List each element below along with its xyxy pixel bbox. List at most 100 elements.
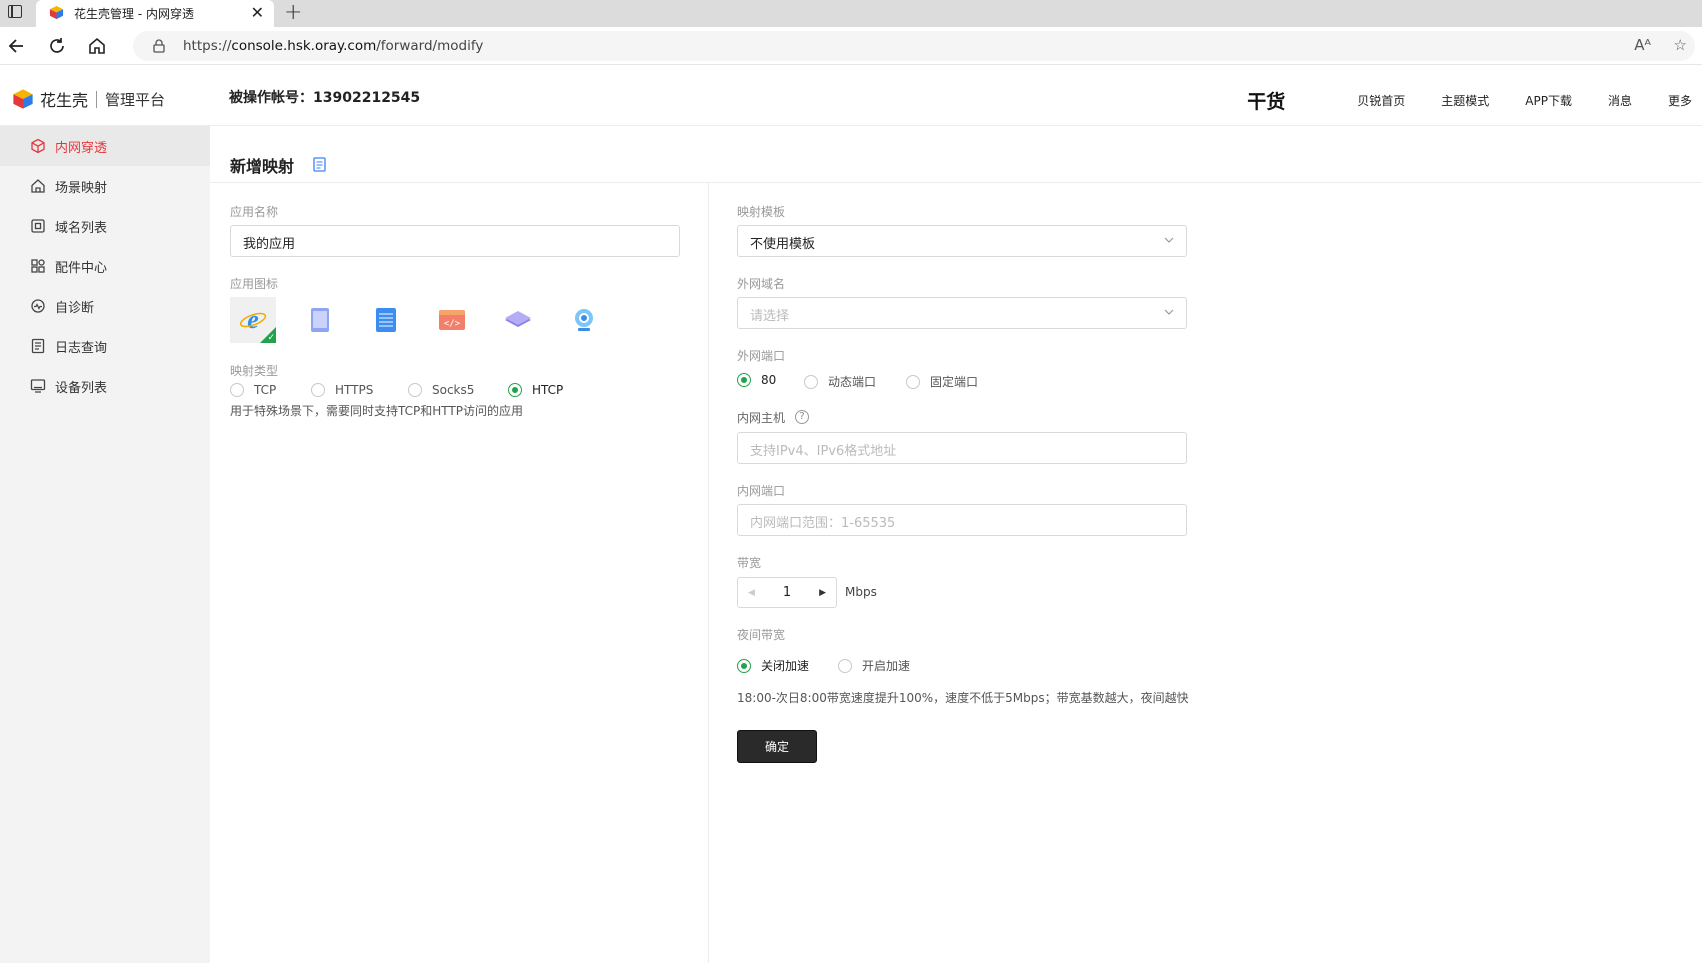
monitor-icon (30, 379, 46, 393)
radio-night-off[interactable]: 关闭加速 (737, 657, 809, 674)
app-header: 花生壳 管理平台 被操作帐号：13902212545 干货 贝锐首页 主题模式 … (0, 65, 1702, 126)
new-tab-icon[interactable]: + (284, 0, 302, 25)
domain-select[interactable]: 请选择 (737, 297, 1187, 329)
int-port-label: 内网端口 (737, 484, 786, 498)
mapping-type-hint: 用于特殊场景下，需要同时支持TCP和HTTP访问的应用 (230, 404, 523, 418)
svg-text:</>: </> (444, 319, 461, 329)
radio-dot (311, 383, 325, 397)
brand-subtitle: 管理平台 (105, 90, 166, 109)
read-aloud-icon[interactable]: Aᴬ (1634, 36, 1651, 54)
nav-more[interactable]: 更多 (1668, 92, 1692, 109)
radio-port-fixed[interactable]: 固定端口 (906, 373, 978, 390)
radio-htcp[interactable]: HTCP (508, 383, 563, 397)
ganhuo-logo[interactable]: 干货 (1247, 87, 1285, 114)
lock-icon[interactable] (153, 39, 165, 53)
template-value: 不使用模板 (750, 237, 816, 252)
domain-placeholder: 请选择 (750, 309, 790, 324)
bandwidth-label: 带宽 (737, 556, 762, 570)
nav-app-download[interactable]: APP下载 (1525, 92, 1572, 109)
back-icon[interactable] (6, 35, 28, 57)
house-icon (31, 179, 45, 193)
check-icon: ✓ (267, 333, 275, 343)
radio-label: Socks5 (432, 383, 475, 397)
sidebar-item-devices[interactable]: 设备列表 (0, 366, 210, 406)
confirm-button[interactable]: 确定 (737, 730, 817, 763)
browser-tab[interactable]: 花生壳管理 - 内网穿透 ✕ (36, 0, 274, 27)
sidebar-item-scene[interactable]: 场景映射 (0, 166, 210, 206)
radio-dot (838, 658, 852, 673)
radio-https[interactable]: HTTPS (311, 383, 373, 397)
url-bar[interactable]: https://console.hsk.oray.com/forward/mod… (133, 31, 1695, 61)
brand[interactable]: 花生壳 管理平台 (12, 87, 165, 111)
app-icon-layers[interactable] (495, 297, 541, 343)
sidebar: 内网穿透 场景映射 域名列表 配件中心 自诊断 日志查询 设备列表 (0, 126, 210, 963)
radio-tcp[interactable]: TCP (230, 383, 276, 397)
app-name-input[interactable]: 我的应用 (230, 225, 680, 257)
domain-icon (31, 219, 45, 233)
ext-port-label: 外网端口 (737, 349, 786, 363)
template-label: 映射模板 (737, 205, 786, 219)
page-title: 新增映射 (230, 157, 295, 176)
url-text[interactable]: https://console.hsk.oray.com/forward/mod… (183, 38, 483, 54)
address-toolbar: https://console.hsk.oray.com/forward/mod… (0, 27, 1702, 65)
night-bandwidth-label: 夜间带宽 (737, 628, 786, 642)
bandwidth-stepper[interactable]: ◀ 1 ▶ (737, 577, 837, 608)
reload-icon[interactable] (46, 35, 68, 57)
sidebar-item-label: 场景映射 (55, 180, 108, 196)
increase-icon[interactable]: ▶ (819, 588, 826, 598)
title-divider (210, 182, 1702, 183)
radio-socks5[interactable]: Socks5 (408, 383, 474, 397)
camera-icon (575, 309, 593, 331)
bandwidth-value[interactable]: 1 (783, 585, 791, 600)
radio-dot (408, 383, 422, 397)
nav-messages[interactable]: 消息 (1608, 92, 1632, 109)
svg-text:e: e (247, 306, 259, 334)
app-name-label: 应用名称 (230, 205, 279, 219)
app-icon-tablet[interactable] (297, 297, 343, 343)
diagnose-icon (31, 299, 45, 313)
hsk-logo-icon (49, 5, 64, 20)
app-icon-code[interactable]: </> (429, 297, 475, 343)
sidebar-item-intranet[interactable]: 内网穿透 (0, 126, 210, 166)
chevron-down-icon (1164, 237, 1174, 243)
document-icon[interactable] (313, 157, 326, 172)
template-select[interactable]: 不使用模板 (737, 225, 1187, 257)
tab-actions-icon[interactable] (8, 5, 22, 18)
sidebar-item-diagnose[interactable]: 自诊断 (0, 286, 210, 326)
decrease-icon[interactable]: ◀ (748, 588, 755, 598)
app-icon-server[interactable] (363, 297, 409, 343)
favorites-icon[interactable]: ☆ (1674, 36, 1687, 54)
grid-icon (31, 259, 45, 273)
help-icon[interactable]: ? (795, 410, 809, 424)
radio-night-on[interactable]: 开启加速 (838, 657, 910, 674)
radio-dot (737, 373, 751, 387)
tab-title: 花生壳管理 - 内网穿透 (74, 7, 194, 21)
sidebar-item-logs[interactable]: 日志查询 (0, 326, 210, 366)
int-port-input[interactable]: 内网端口范围：1-65535 (737, 504, 1187, 536)
nav-oray-home[interactable]: 贝锐首页 (1357, 92, 1405, 109)
sidebar-item-accessories[interactable]: 配件中心 (0, 246, 210, 286)
app-icon-ie[interactable]: e ✓ (230, 297, 276, 343)
radio-dot (906, 374, 920, 389)
app-icon-label: 应用图标 (230, 277, 279, 291)
radio-label: HTCP (532, 383, 564, 397)
nav-theme-mode[interactable]: 主题模式 (1441, 92, 1489, 109)
radio-label: HTTPS (335, 383, 374, 397)
radio-dot (804, 374, 818, 389)
radio-dot (230, 383, 244, 397)
radio-label: 动态端口 (828, 375, 877, 389)
brand-divider (96, 90, 98, 108)
sidebar-item-domains[interactable]: 域名列表 (0, 206, 210, 246)
host-label: 内网主机 (737, 411, 786, 425)
radio-port-80[interactable]: 80 (737, 373, 776, 387)
radio-dot (508, 383, 522, 397)
app-icon-camera[interactable] (561, 297, 607, 343)
top-nav: 干货 贝锐首页 主题模式 APP下载 消息 更多 (1247, 87, 1692, 114)
account-info: 被操作帐号：13902212545 (229, 90, 421, 106)
close-tab-icon[interactable]: ✕ (251, 3, 264, 22)
radio-port-dynamic[interactable]: 动态端口 (804, 373, 876, 390)
host-input[interactable]: 支持IPv4、IPv6格式地址 (737, 432, 1187, 464)
home-icon[interactable] (86, 35, 108, 57)
sidebar-item-label: 配件中心 (55, 260, 108, 276)
browser-tabbar: 花生壳管理 - 内网穿透 ✕ + (0, 0, 1702, 27)
